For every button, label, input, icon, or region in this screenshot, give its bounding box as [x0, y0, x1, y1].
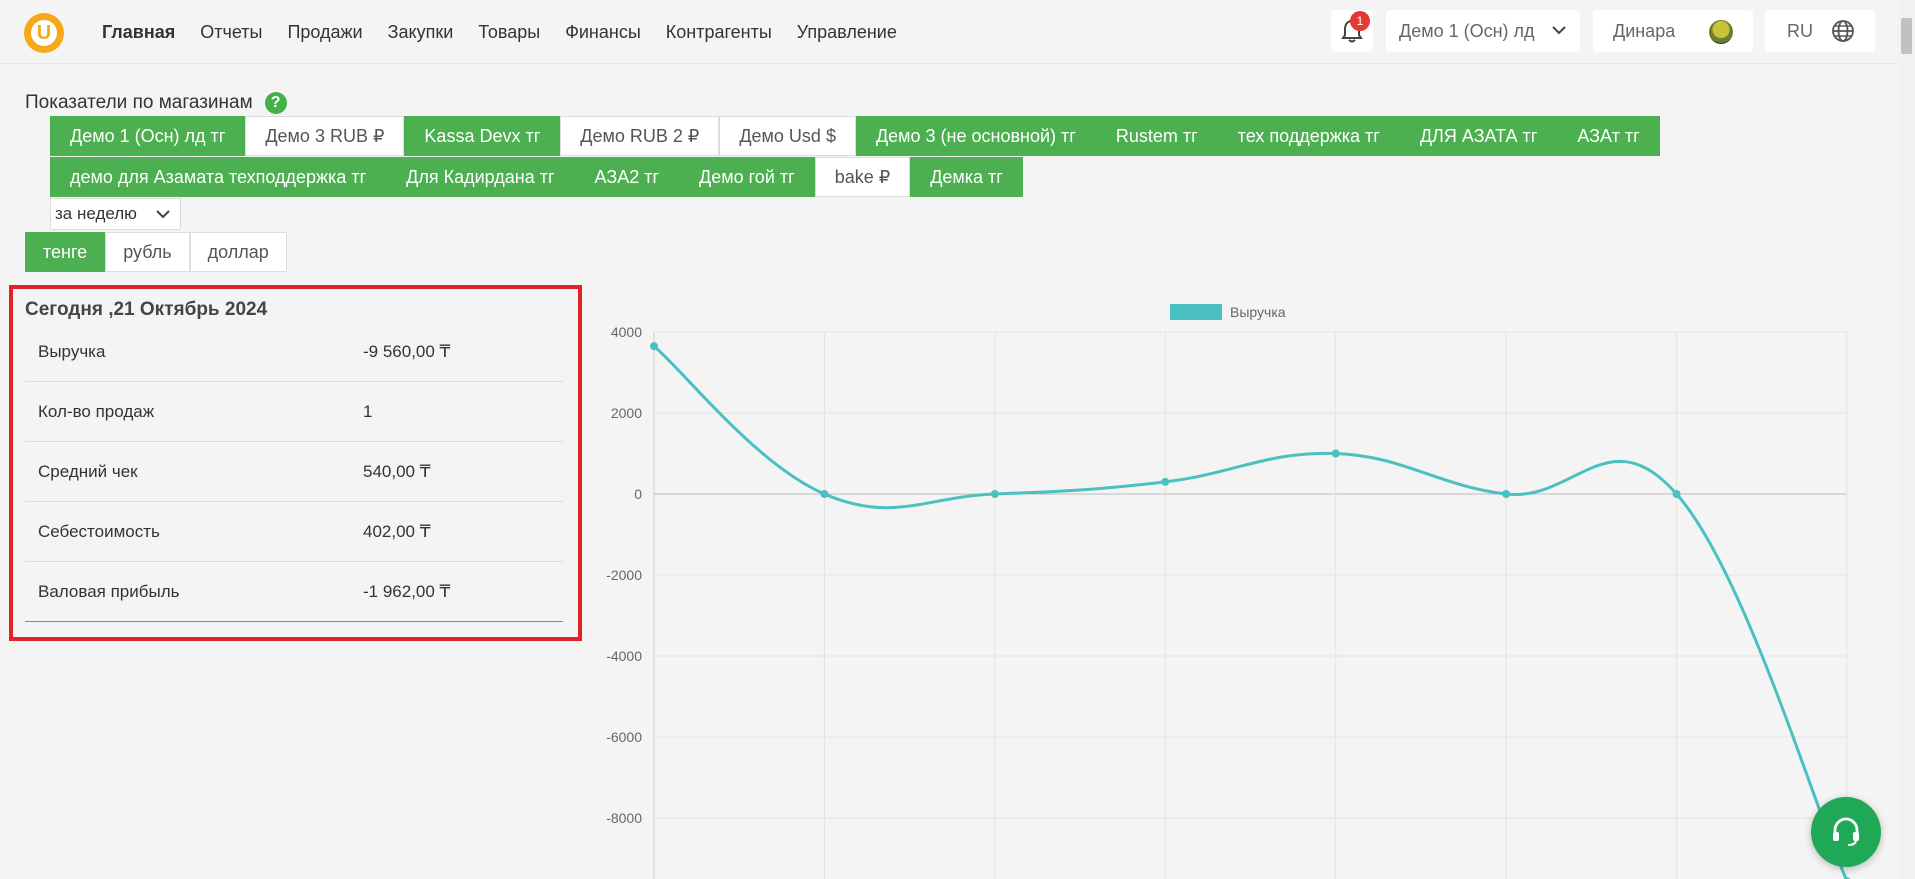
stat-label: Валовая прибыль — [38, 582, 180, 601]
stat-value: -9 560,00 ₸ — [363, 342, 451, 361]
store-tab[interactable]: Для Кадирдана тг — [386, 157, 575, 197]
y-tick-label: 0 — [634, 486, 642, 502]
page-scrollbar[interactable] — [1898, 0, 1915, 879]
stat-row-average-check: Средний чек 540,00 ₸ — [25, 442, 563, 502]
stat-label: Кол-во продаж — [38, 402, 155, 421]
period-label: за неделю — [55, 204, 137, 223]
section-title-text: Показатели по магазинам — [25, 92, 253, 113]
avatar — [1709, 20, 1733, 44]
stat-value: 540,00 ₸ — [363, 462, 431, 481]
language-label: RU — [1787, 20, 1813, 41]
stat-value: 402,00 ₸ — [363, 522, 431, 541]
y-tick-label: -4000 — [606, 648, 642, 664]
store-tab[interactable]: АЗАт тг — [1557, 116, 1660, 156]
store-tab[interactable]: Демо Usd $ — [719, 116, 856, 156]
section-title: Показатели по магазинам ? — [25, 92, 287, 114]
y-tick-label: -6000 — [606, 729, 642, 745]
data-point — [1502, 490, 1511, 498]
headset-icon — [1833, 817, 1859, 846]
scrollbar-thumb[interactable] — [1901, 18, 1912, 54]
nav-item[interactable]: Контрагенты — [666, 22, 772, 43]
stat-row-gross-profit: Валовая прибыль -1 962,00 ₸ — [25, 562, 563, 622]
data-point — [990, 490, 999, 498]
store-tab[interactable]: Демка тг — [910, 157, 1023, 197]
data-point — [650, 342, 658, 351]
currency-button[interactable]: рубль — [105, 232, 190, 272]
store-selector-label: Демо 1 (Осн) лд — [1399, 20, 1535, 41]
data-point — [820, 490, 829, 498]
stat-row-revenue: Выручка -9 560,00 ₸ — [25, 322, 563, 382]
user-name: Динара — [1613, 20, 1676, 41]
period-select[interactable]: за неделю — [50, 198, 181, 230]
store-selector[interactable]: Демо 1 (Осн) лд — [1386, 10, 1580, 52]
legend-swatch — [1170, 304, 1222, 320]
logo-icon[interactable]: U — [24, 13, 64, 53]
y-tick-label: -8000 — [606, 810, 642, 826]
chevron-down-icon — [156, 210, 170, 219]
nav-item[interactable]: Финансы — [565, 22, 641, 43]
y-tick-label: -2000 — [606, 567, 642, 583]
stat-label: Выручка — [38, 342, 106, 361]
store-tab[interactable]: Rustem тг — [1095, 116, 1218, 156]
data-point — [1331, 449, 1340, 458]
store-tab[interactable]: Kassa Devx тг — [404, 116, 561, 156]
stat-row-sales-count: Кол-во продаж 1 — [25, 382, 563, 442]
store-tab[interactable]: bake ₽ — [814, 157, 911, 197]
nav-item[interactable]: Главная — [102, 22, 175, 43]
store-tab[interactable]: Демо 1 (Осн) лд тг — [50, 116, 246, 156]
store-tab[interactable]: демо для Азамата техподдержка тг — [50, 157, 387, 197]
question-icon[interactable]: ? — [264, 92, 287, 114]
store-tab[interactable]: Демо 3 (не основной) тг — [855, 116, 1096, 156]
language-selector[interactable]: RU — [1765, 10, 1875, 52]
data-point — [1161, 477, 1170, 486]
notification-badge: 1 — [1350, 11, 1370, 31]
stat-value: 1 — [363, 402, 373, 421]
legend-label: Выручка — [1230, 304, 1286, 320]
y-tick-label: 2000 — [611, 405, 642, 421]
store-tab[interactable]: Демо 3 RUB ₽ — [245, 116, 405, 156]
currency-button[interactable]: тенге — [25, 232, 106, 272]
currency-button[interactable]: доллар — [189, 232, 287, 272]
notifications-button[interactable]: 1 — [1331, 10, 1373, 52]
stat-label: Средний чек — [38, 462, 138, 481]
globe-icon — [1832, 20, 1854, 42]
store-tabs-row-1: Демо 1 (Осн) лд тг Демо 3 RUB ₽ Kassa Devx… — [50, 116, 1660, 156]
store-tab[interactable]: ДЛЯ АЗАТА тг — [1399, 116, 1558, 156]
stat-value: -1 962,00 ₸ — [363, 582, 451, 601]
stats-title: Сегодня ,21 Октябрь 2024 — [25, 299, 268, 320]
store-tabs-row-2: демо для Азамата техподдержка тг Для Кади… — [50, 157, 1023, 197]
nav-item[interactable]: Товары — [478, 22, 540, 43]
support-chat-button[interactable] — [1811, 797, 1881, 867]
store-tab[interactable]: тех поддержка тг — [1217, 116, 1400, 156]
store-tab[interactable]: АЗА2 тг — [574, 157, 680, 197]
user-menu[interactable]: Динара — [1593, 10, 1753, 52]
top-bar: U Главная Отчеты Продажи Закупки Товары Финан… — [0, 0, 1898, 64]
stat-row-cost: Себестоимость 402,00 ₸ — [25, 502, 563, 562]
nav-item[interactable]: Управление — [797, 22, 897, 43]
chevron-down-icon — [1552, 26, 1566, 35]
today-stats-panel: Сегодня ,21 Октябрь 2024 Выручка -9 560,… — [9, 285, 582, 641]
store-tab[interactable]: Демо гой тг — [679, 157, 815, 197]
nav-item[interactable]: Отчеты — [200, 22, 262, 43]
data-point — [1672, 490, 1681, 498]
main-nav: Главная Отчеты Продажи Закупки Товары Финансы… — [102, 22, 922, 43]
revenue-chart: 4000 2000 0 -2000 -4000 -6000 -8000 Выручка — [582, 290, 1898, 879]
stat-label: Себестоимость — [38, 522, 160, 541]
chart-canvas: 4000 2000 0 -2000 -4000 -6000 -8000 Выручка — [606, 304, 1851, 879]
currency-switch: тенге рубль доллар — [25, 232, 287, 272]
store-tab[interactable]: Демо RUB 2 ₽ — [560, 116, 720, 156]
nav-item[interactable]: Продажи — [287, 22, 362, 43]
series-line-revenue — [653, 345, 1848, 879]
y-tick-label: 4000 — [611, 324, 642, 340]
nav-item[interactable]: Закупки — [388, 22, 454, 43]
